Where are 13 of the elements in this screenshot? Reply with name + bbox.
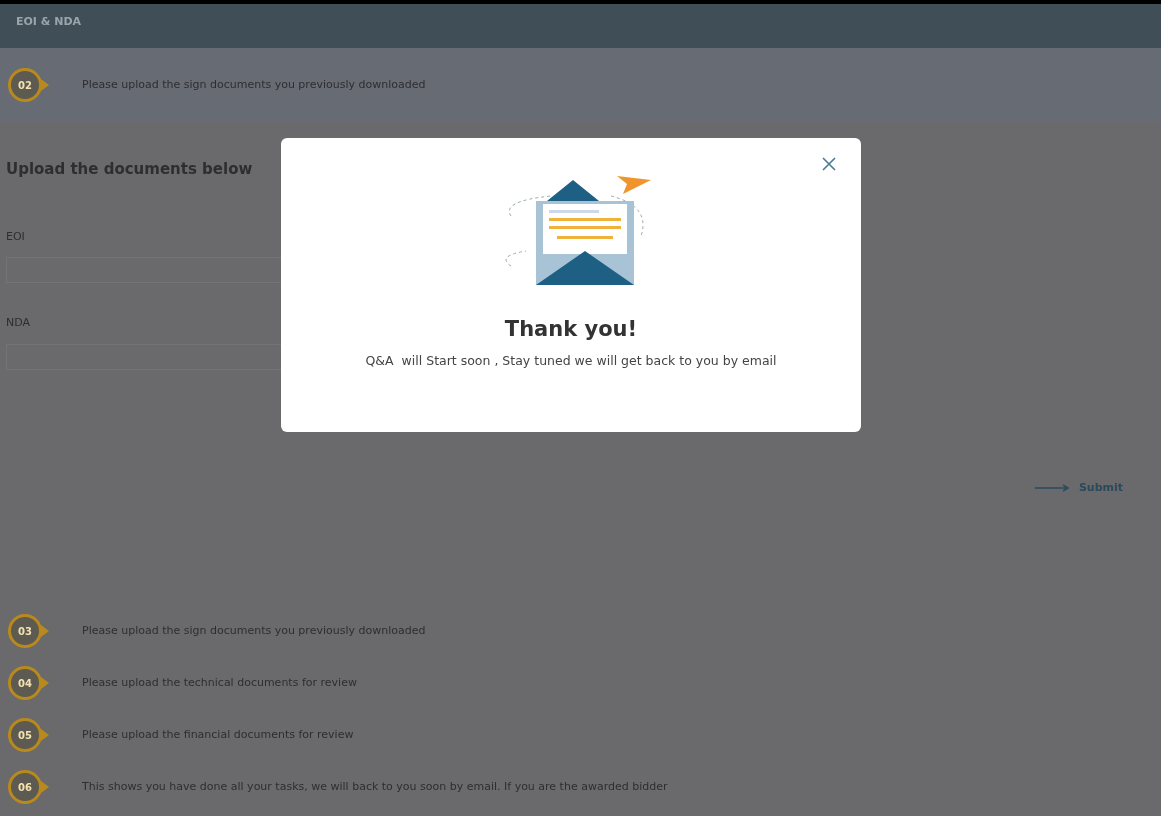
- field-label: EOI: [6, 228, 25, 245]
- step-text: Please upload the sign documents you previously downloaded: [82, 622, 426, 639]
- submit-button[interactable]: Submit: [1034, 479, 1123, 496]
- arrow-icon: [1034, 483, 1071, 492]
- modal-title: Thank you!: [504, 316, 638, 343]
- close-icon: [821, 156, 837, 172]
- step-text: Please upload the technical documents for review: [82, 674, 357, 691]
- step-text: Please upload the sign documents you previously downloaded: [82, 76, 426, 93]
- step-text: Please upload the financial documents for review: [82, 726, 354, 743]
- section-heading: Upload the documents below: [6, 159, 253, 180]
- modal-message: Q&A will Start soon , Stay tuned we will get back to you by email: [365, 351, 777, 370]
- field-label: NDA: [6, 315, 31, 331]
- page-title: EOI & NDA: [16, 15, 82, 28]
